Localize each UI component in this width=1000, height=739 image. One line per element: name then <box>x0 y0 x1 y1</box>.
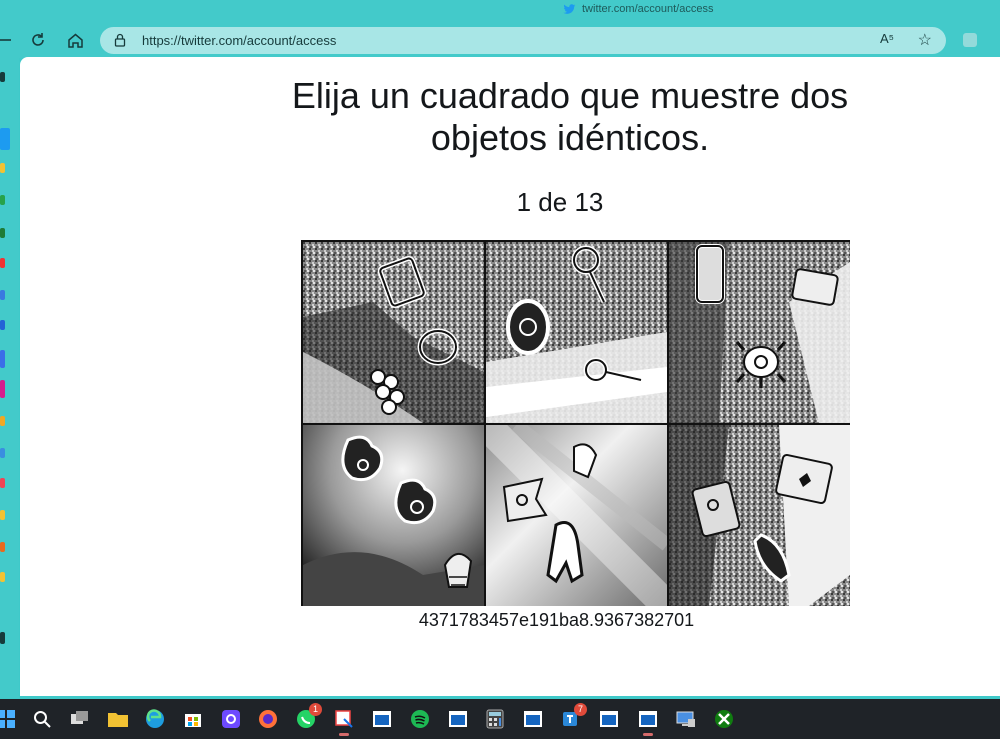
proton-icon[interactable] <box>219 707 243 731</box>
sidebar-icon[interactable] <box>0 72 5 82</box>
sidebar-icon[interactable] <box>0 128 10 150</box>
url-text[interactable]: https://twitter.com/account/access <box>142 33 336 48</box>
turtle-icon <box>506 299 550 355</box>
refresh-icon[interactable] <box>26 28 50 52</box>
address-bar[interactable]: https://twitter.com/account/access A⁵ ☆ <box>100 27 946 54</box>
sidebar-icon[interactable] <box>0 632 5 644</box>
snipping-tool-icon[interactable] <box>332 707 356 736</box>
captcha-tile-2[interactable] <box>486 242 667 423</box>
home-icon[interactable] <box>63 28 87 52</box>
sidebar-icon[interactable] <box>0 350 5 368</box>
captcha-tile-3[interactable] <box>669 242 850 423</box>
page-content: Elija un cuadrado que muestre dos objeto… <box>20 57 1000 696</box>
file-explorer-icon[interactable] <box>106 707 130 731</box>
task-view-icon[interactable] <box>68 707 92 731</box>
captcha-tile-5[interactable] <box>486 425 667 606</box>
store-icon[interactable] <box>181 707 205 731</box>
captcha-tile-6[interactable] <box>669 425 850 606</box>
favorite-star-icon[interactable]: ☆ <box>918 30 932 50</box>
browser-title-bar: twitter.com/account/access <box>0 0 1000 22</box>
teams-badge: 7 <box>574 703 587 716</box>
browser-sidebar <box>0 58 19 698</box>
whatsapp-badge: 1 <box>309 703 322 716</box>
sidebar-icon[interactable] <box>0 195 5 205</box>
app-window-icon[interactable] <box>597 707 621 731</box>
sidebar-icon[interactable] <box>0 416 5 426</box>
sidebar-icon[interactable] <box>0 320 5 330</box>
captcha-title: Elija un cuadrado que muestre dos objeto… <box>291 75 849 158</box>
edge-icon[interactable] <box>143 707 167 731</box>
captcha-grid <box>301 240 850 606</box>
search-icon[interactable] <box>30 707 54 731</box>
xbox-icon[interactable] <box>712 707 736 731</box>
app-window-icon[interactable] <box>636 707 660 736</box>
active-indicator <box>643 733 653 736</box>
sidebar-icon[interactable] <box>0 542 5 552</box>
back-icon[interactable] <box>0 28 16 52</box>
teams-icon[interactable]: 7 <box>559 703 587 731</box>
lock-icon[interactable] <box>114 33 126 47</box>
whatsapp-icon[interactable]: 1 <box>294 703 322 731</box>
active-indicator <box>339 733 349 736</box>
phone-icon <box>695 244 725 304</box>
app-window-icon[interactable] <box>446 707 470 731</box>
spotify-icon[interactable] <box>408 707 432 731</box>
captcha-progress: 1 de 13 <box>516 187 604 217</box>
browser-toolbar: https://twitter.com/account/access A⁵ ☆ <box>0 22 1000 58</box>
captcha-tile-4[interactable] <box>303 425 484 606</box>
sidebar-icon[interactable] <box>0 510 5 520</box>
card-icon <box>791 268 839 306</box>
twitter-bird-icon <box>563 3 576 14</box>
firefox-icon[interactable] <box>256 707 280 731</box>
sidebar-icon[interactable] <box>0 290 5 300</box>
read-aloud-icon[interactable]: A⁵ <box>880 31 894 46</box>
sidebar-icon[interactable] <box>0 448 5 458</box>
sidebar-icon[interactable] <box>0 380 5 398</box>
tab-title[interactable]: twitter.com/account/access <box>563 3 713 15</box>
sidebar-icon[interactable] <box>0 163 5 173</box>
sidebar-icon[interactable] <box>0 478 5 488</box>
captcha-tile-1[interactable] <box>303 242 484 423</box>
windows-start-icon[interactable] <box>0 707 18 731</box>
app-window-icon[interactable] <box>521 707 545 731</box>
remote-desktop-icon[interactable] <box>674 707 698 731</box>
sidebar-icon[interactable] <box>0 228 5 238</box>
tab-title-text: twitter.com/account/access <box>582 3 714 15</box>
windows-taskbar: 1 7 <box>0 699 1000 739</box>
extensions-icon[interactable] <box>963 33 977 47</box>
sidebar-icon[interactable] <box>0 572 5 582</box>
app-window-icon[interactable] <box>370 707 394 731</box>
captcha-id: 4371783457e191ba8.9367382701 <box>418 610 695 630</box>
sidebar-icon[interactable] <box>0 258 5 268</box>
cupcake-icon <box>443 553 473 588</box>
calculator-icon[interactable] <box>483 707 507 731</box>
